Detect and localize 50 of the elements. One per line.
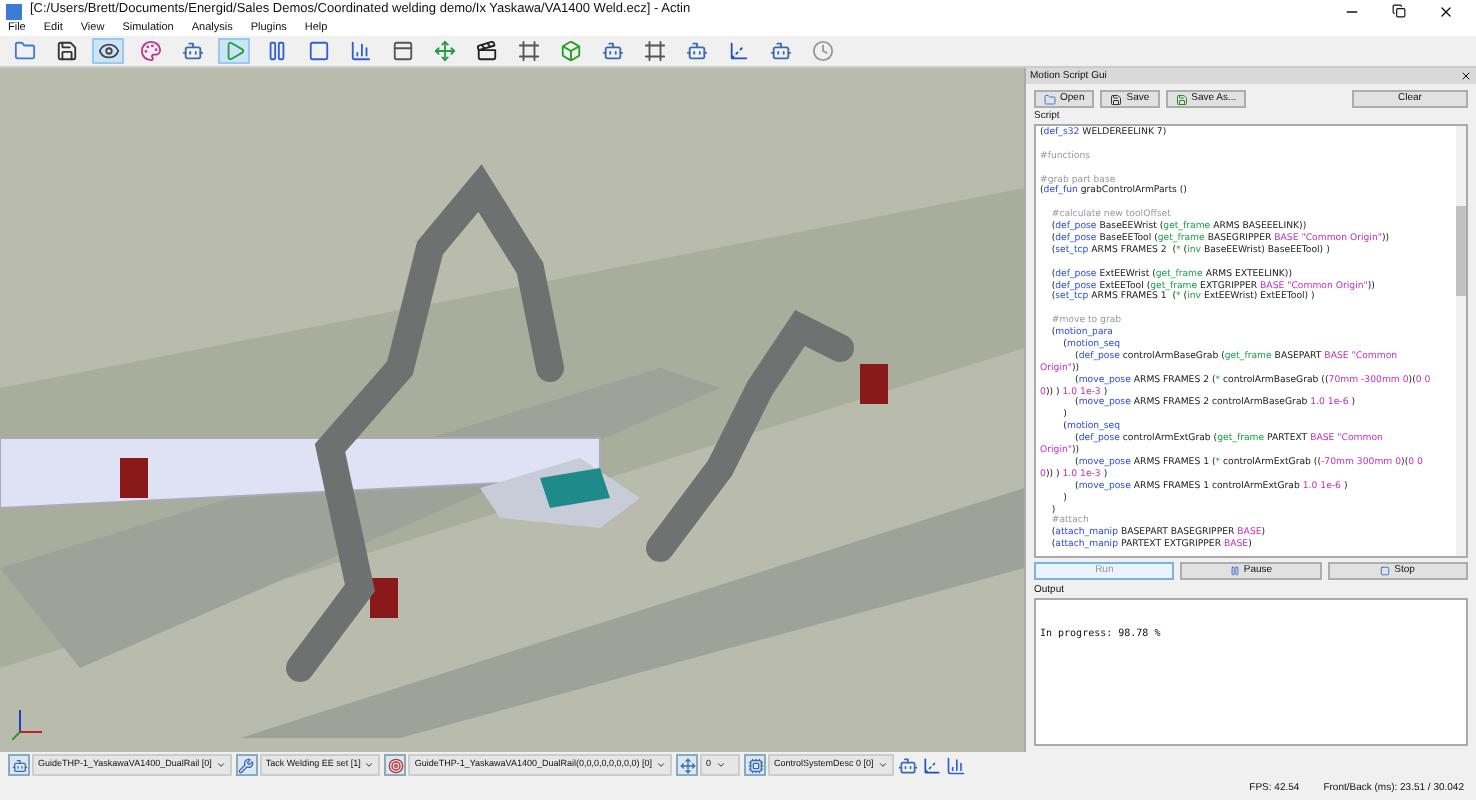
panel-icon (391, 40, 413, 62)
selector-icon-button[interactable] (676, 754, 698, 776)
chart-icon (349, 40, 371, 62)
selector-icon-button[interactable] (235, 754, 258, 776)
script-editor[interactable] (1034, 124, 1468, 558)
pause-icon (1229, 566, 1240, 576)
folder-icon (13, 40, 35, 62)
eye-icon (97, 40, 119, 62)
play-icon (223, 40, 245, 62)
robot-icon (181, 40, 203, 62)
selector-icon-button[interactable] (8, 754, 30, 776)
cube-icon (559, 40, 581, 62)
robot-icon (897, 755, 918, 775)
save-icon (55, 40, 77, 62)
caret-icon (656, 760, 666, 770)
toolbar-button[interactable] (92, 38, 124, 64)
axes-triad-icon (12, 708, 44, 740)
caret-icon (215, 760, 226, 770)
stop-icon (307, 40, 329, 62)
app-icon (6, 3, 22, 19)
folder-icon (1044, 93, 1056, 105)
clapperboard-icon (475, 40, 497, 62)
close-icon[interactable] (1460, 70, 1472, 82)
save-icon (1175, 93, 1188, 105)
clock-icon (811, 40, 833, 62)
chart-icon (945, 755, 966, 775)
target-icon (387, 757, 404, 773)
selector-icon-button[interactable] (744, 754, 766, 776)
chip-icon (747, 757, 763, 773)
robot-icon (685, 40, 707, 62)
caret-icon (715, 760, 726, 770)
move-icon (679, 757, 695, 773)
axes-icon (727, 40, 749, 62)
palette-icon (139, 40, 161, 62)
close-icon[interactable] (1438, 3, 1454, 19)
robot-icon (11, 757, 27, 773)
stop-icon (1380, 566, 1391, 576)
pause-icon (265, 40, 287, 62)
robot-icon (601, 40, 623, 62)
caret-icon (364, 760, 375, 770)
restore-icon[interactable] (1392, 4, 1406, 18)
caret-icon (877, 760, 888, 770)
move-icon (433, 40, 455, 62)
save-icon (1110, 93, 1123, 105)
scrollbar[interactable] (1456, 126, 1466, 556)
axes-icon (921, 755, 942, 775)
robot-icon (769, 40, 791, 62)
wrench-icon (238, 757, 255, 773)
scrollbar-thumb[interactable] (1456, 206, 1466, 296)
selector-icon-button[interactable] (384, 754, 407, 776)
